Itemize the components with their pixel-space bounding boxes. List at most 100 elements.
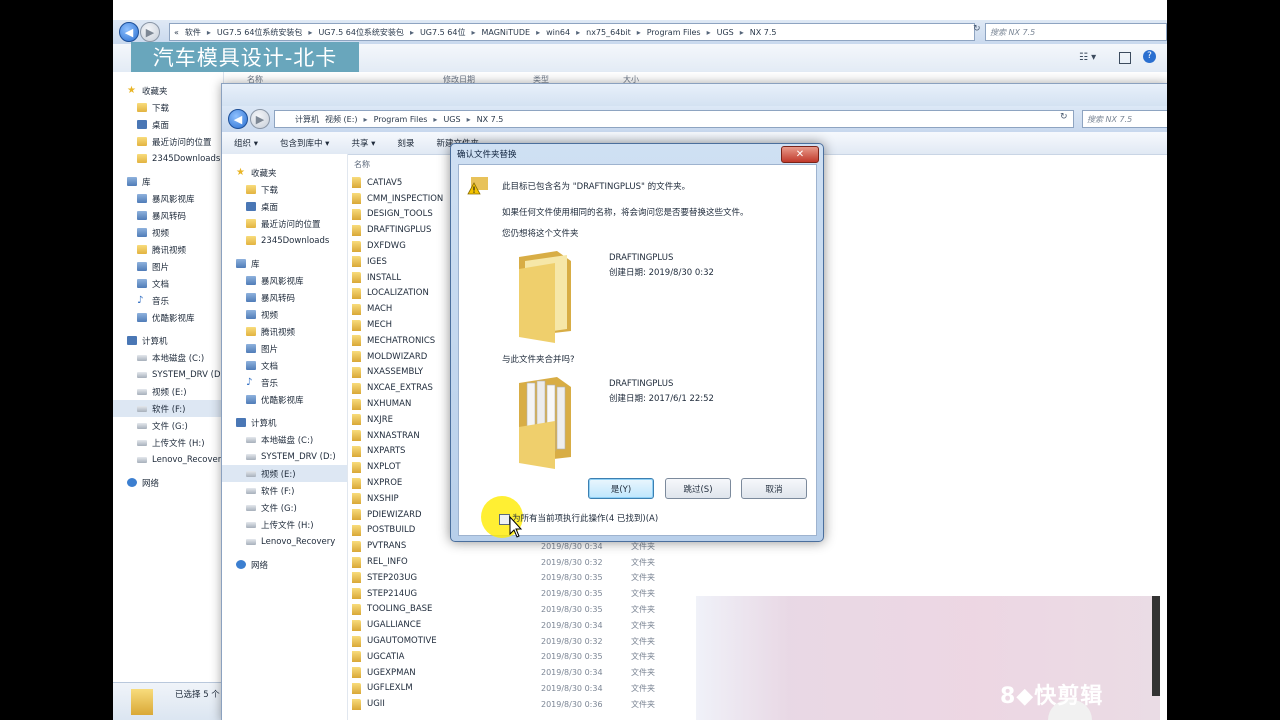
front-back-arrow-icon[interactable]: ◀ <box>228 109 248 129</box>
breadcrumb-segment[interactable]: UG7.5 64位系统安装包 <box>318 27 404 38</box>
sidebar-item[interactable]: 腾讯视频 <box>113 241 223 258</box>
sidebar-item[interactable]: 计算机 <box>222 414 347 431</box>
sidebar-item[interactable]: 库 <box>222 255 347 272</box>
sidebar-item[interactable]: 暴风转码 <box>113 207 223 224</box>
front-refresh-icon[interactable]: ↻ <box>1060 112 1068 122</box>
breadcrumb-separator-icon[interactable]: ▸ <box>364 115 368 124</box>
yes-button[interactable]: 是(Y) <box>588 478 654 499</box>
sidebar-item[interactable]: 最近访问的位置 <box>113 133 223 150</box>
file-row[interactable]: UGCATIA 2019/8/30 0:35 文件夹 <box>352 649 732 665</box>
sidebar-item[interactable]: 桌面 <box>222 198 347 215</box>
sidebar-item[interactable]: 上传文件 (H:) <box>222 516 347 533</box>
sidebar-item[interactable]: 本地磁盘 (C:) <box>113 349 223 366</box>
front-search-input[interactable]: 搜索 NX 7.5 <box>1082 110 1167 128</box>
toolbar-button[interactable]: 共享 ▾ <box>351 137 375 149</box>
breadcrumb-segment[interactable]: 软件 <box>185 27 201 38</box>
file-row[interactable]: UGAUTOMOTIVE 2019/8/30 0:32 文件夹 <box>352 633 732 649</box>
column-header-name[interactable]: 名称 <box>354 159 370 170</box>
sidebar-item[interactable]: 暴风影视库 <box>113 190 223 207</box>
breadcrumb-separator-icon[interactable]: ▸ <box>207 28 211 37</box>
breadcrumb-segment[interactable]: UG7.5 64位 <box>420 27 466 38</box>
file-row[interactable]: REL_INFO 2019/8/30 0:32 文件夹 <box>352 554 732 570</box>
refresh-icon[interactable]: ↻ <box>973 24 981 34</box>
toolbar-button[interactable]: 组织 ▾ <box>234 137 258 149</box>
sidebar-item[interactable]: ★ 收藏夹 <box>113 82 223 99</box>
breadcrumb-separator-icon[interactable]: ▸ <box>308 28 312 37</box>
sidebar-item[interactable]: 本地磁盘 (C:) <box>222 431 347 448</box>
sidebar-item[interactable]: 2345Downloads <box>113 150 223 167</box>
sidebar-item[interactable]: 计算机 <box>113 332 223 349</box>
apply-all-checkbox-label[interactable]: 为所有当前项执行此操作(4 已找到)(A) <box>512 512 658 524</box>
preview-pane-icon[interactable] <box>1119 52 1131 64</box>
sidebar-item[interactable]: 下载 <box>222 181 347 198</box>
breadcrumb-segment[interactable]: Program Files <box>374 115 428 124</box>
breadcrumb-segment[interactable]: nx75_64bit <box>586 28 631 37</box>
back-search-input[interactable]: 搜索 NX 7.5 <box>985 23 1167 41</box>
sidebar-item[interactable]: 软件 (F:) <box>222 482 347 499</box>
sidebar-item[interactable]: 文档 <box>222 357 347 374</box>
toolbar-button[interactable]: 包含到库中 ▾ <box>280 137 329 149</box>
sidebar-item[interactable]: 文件 (G:) <box>113 417 223 434</box>
breadcrumb-segment[interactable]: win64 <box>546 28 570 37</box>
breadcrumb-segment[interactable]: UGS <box>717 28 734 37</box>
file-row[interactable]: UGEXPMAN 2019/8/30 0:34 文件夹 <box>352 665 732 681</box>
breadcrumb-separator-icon[interactable]: ▸ <box>707 28 711 37</box>
sidebar-item[interactable]: 暴风转码 <box>222 289 347 306</box>
breadcrumb-segment[interactable]: MAGNiTUDE <box>481 28 530 37</box>
back-arrow-icon[interactable]: ◀ <box>119 22 139 42</box>
sidebar-item[interactable]: 网络 <box>113 474 223 491</box>
sidebar-item[interactable]: Lenovo_Recovery <box>222 533 347 550</box>
breadcrumb-separator-icon[interactable]: ▸ <box>410 28 414 37</box>
skip-button[interactable]: 跳过(S) <box>665 478 731 499</box>
close-icon[interactable]: ✕ <box>781 146 819 163</box>
breadcrumb-segment[interactable]: UGS <box>443 115 460 124</box>
sidebar-item[interactable]: SYSTEM_DRV (D:) <box>222 448 347 465</box>
breadcrumb-segment[interactable]: NX 7.5 <box>750 28 777 37</box>
sidebar-item[interactable]: 库 <box>113 173 223 190</box>
breadcrumb-separator-icon[interactable]: ▸ <box>637 28 641 37</box>
sidebar-item[interactable]: ♪ 音乐 <box>222 374 347 391</box>
breadcrumb-segment[interactable]: Program Files <box>647 28 701 37</box>
sidebar-item[interactable]: 优酷影视库 <box>113 309 223 326</box>
sidebar-item[interactable]: 视频 (E:) <box>113 383 223 400</box>
sidebar-item[interactable]: 图片 <box>113 258 223 275</box>
sidebar-item[interactable]: Lenovo_Recovery <box>113 451 226 468</box>
sidebar-item[interactable]: ♪ 音乐 <box>113 292 223 309</box>
file-row[interactable]: UGFLEXLM 2019/8/30 0:34 文件夹 <box>352 681 732 697</box>
breadcrumb-separator-icon[interactable]: ▸ <box>433 115 437 124</box>
sidebar-item[interactable]: 视频 <box>222 306 347 323</box>
sidebar-item[interactable]: 视频 <box>113 224 223 241</box>
forward-arrow-icon[interactable]: ▶ <box>140 22 160 42</box>
sidebar-item[interactable]: 下载 <box>113 99 223 116</box>
sidebar-item[interactable]: 软件 (F:) <box>113 400 223 417</box>
breadcrumb-separator-icon[interactable]: ▸ <box>740 28 744 37</box>
breadcrumb-segment[interactable]: UG7.5 64位系统安装包 <box>217 27 303 38</box>
sidebar-item[interactable]: 优酷影视库 <box>222 391 347 408</box>
file-row[interactable]: TOOLING_BASE 2019/8/30 0:35 文件夹 <box>352 602 732 618</box>
sidebar-item[interactable]: ★ 收藏夹 <box>222 164 347 181</box>
sidebar-item[interactable]: 网络 <box>222 556 347 573</box>
sidebar-item[interactable]: 文档 <box>113 275 223 292</box>
file-row[interactable]: STEP214UG 2019/8/30 0:35 文件夹 <box>352 586 732 602</box>
file-row[interactable]: STEP203UG 2019/8/30 0:35 文件夹 <box>352 570 732 586</box>
breadcrumb-segment[interactable]: 视频 (E:) <box>325 114 358 125</box>
front-breadcrumb[interactable]: 计算机 视频 (E:) ▸ Program Files ▸ UGS ▸ NX 7.5 <box>274 110 1074 128</box>
sidebar-item[interactable]: 桌面 <box>113 116 223 133</box>
breadcrumb-separator-icon[interactable]: ▸ <box>536 28 540 37</box>
breadcrumb-separator-icon[interactable]: ▸ <box>471 28 475 37</box>
file-row[interactable]: UGALLIANCE 2019/8/30 0:34 文件夹 <box>352 617 732 633</box>
breadcrumb-segment[interactable]: « <box>174 28 179 37</box>
toolbar-button[interactable]: 刻录 <box>397 137 414 149</box>
sidebar-item[interactable]: 图片 <box>222 340 347 357</box>
view-options-icon[interactable]: ☷ ▾ <box>1079 52 1096 63</box>
breadcrumb-segment[interactable]: 计算机 <box>295 114 319 125</box>
sidebar-item[interactable]: SYSTEM_DRV (D:) <box>113 366 227 383</box>
sidebar-item[interactable]: 暴风影视库 <box>222 272 347 289</box>
sidebar-item[interactable]: 腾讯视频 <box>222 323 347 340</box>
cancel-button[interactable]: 取消 <box>741 478 807 499</box>
breadcrumb-segment[interactable]: NX 7.5 <box>477 115 504 124</box>
sidebar-item[interactable]: 2345Downloads <box>222 232 347 249</box>
file-row[interactable]: UGII 2019/8/30 0:36 文件夹 <box>352 696 732 712</box>
sidebar-item[interactable]: 上传文件 (H:) <box>113 434 223 451</box>
sidebar-item[interactable]: 视频 (E:) <box>222 465 347 482</box>
